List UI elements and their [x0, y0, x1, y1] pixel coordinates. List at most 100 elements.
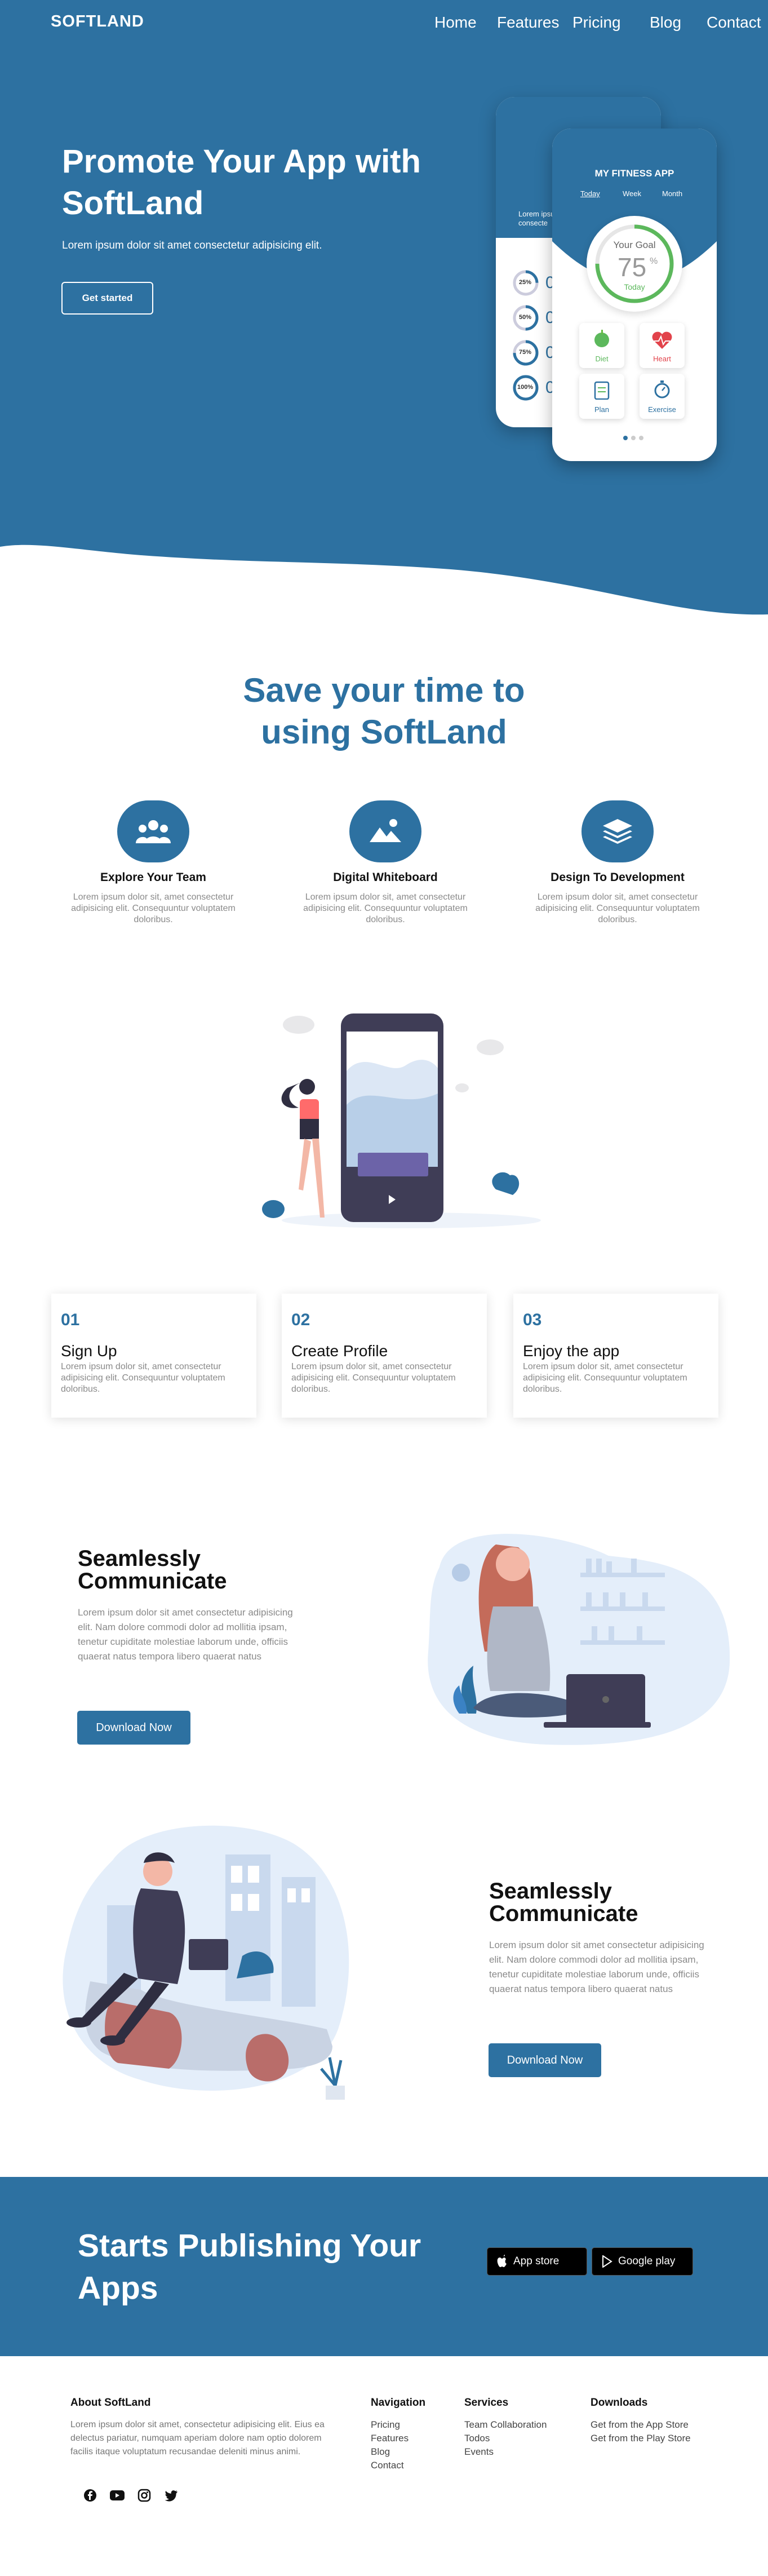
footer-about-text: Lorem ipsum dolor sit amet, consectetur … — [70, 2420, 325, 2457]
footer-services-list: Team Collaboration Todos Events — [464, 2418, 547, 2459]
features-section: Save your time to using SoftLand Explore… — [0, 665, 768, 958]
tile-exercise[interactable]: Exercise — [640, 374, 685, 419]
woman-laptop-illustration — [428, 1534, 730, 1745]
footer-downloads-list: Get from the App Store Get from the Play… — [591, 2418, 691, 2445]
step-title: Enjoy the app — [523, 1342, 620, 1360]
get-started-button[interactable]: Get started — [61, 282, 153, 315]
tab-today[interactable]: Today — [580, 189, 600, 198]
footer-link-team-collaboration[interactable]: Team Collaboration — [464, 2418, 547, 2432]
hero-subtitle: Lorem ipsum dolor sit amet consectetur a… — [62, 240, 322, 251]
hero-section: SOFTLAND Home Features Pricing Blog Cont… — [0, 0, 768, 620]
footer-link-pricing[interactable]: Pricing — [371, 2418, 409, 2432]
cta-title-line1: Starts Publishing Your — [78, 2228, 421, 2264]
feature-title: Design To Development — [551, 871, 685, 884]
features-title-line1: Save your time to — [243, 671, 525, 709]
communicate-title-line2: Communicate — [78, 1569, 227, 1594]
goal-day: Today — [624, 282, 645, 291]
step-desc: Lorem ipsum dolor sit, amet consectetur … — [291, 1362, 456, 1394]
communicate-desc: Lorem ipsum dolor sit amet consectetur a… — [489, 1940, 704, 1994]
footer-link-events[interactable]: Events — [464, 2445, 547, 2459]
youtube-icon[interactable] — [109, 2487, 126, 2504]
step-card: 02 Create Profile Lorem ipsum dolor sit,… — [282, 1294, 487, 1418]
ring-label: 25% — [519, 279, 532, 286]
step-number: 03 — [523, 1311, 542, 1329]
tile-label: Plan — [594, 405, 610, 414]
cta-title-line2: Apps — [78, 2270, 158, 2306]
ring-item: 100% 0 — [512, 374, 555, 408]
nav-link-features[interactable]: Features — [497, 14, 560, 32]
ring-item: 75% 0 — [512, 339, 555, 373]
ring-label: 100% — [517, 384, 534, 391]
apple-icon — [497, 2255, 507, 2267]
carousel-dot[interactable] — [623, 436, 628, 440]
app-store-label: App store — [513, 2255, 560, 2267]
tile-label: Exercise — [648, 405, 676, 414]
tile-heart[interactable]: Heart — [640, 323, 685, 368]
footer-link-play-store[interactable]: Get from the Play Store — [591, 2432, 691, 2445]
communicate-title-line2: Communicate — [489, 1901, 638, 1926]
carousel-dot[interactable] — [631, 436, 636, 440]
app-title: MY FITNESS APP — [594, 168, 674, 179]
ring-item: 25% 0 — [512, 269, 555, 303]
step-card: 03 Enjoy the app Lorem ipsum dolor sit, … — [513, 1294, 718, 1418]
tile-diet[interactable]: Diet — [579, 323, 624, 368]
tab-month[interactable]: Month — [662, 189, 682, 198]
stopwatch-icon — [654, 380, 670, 399]
ring-list: 25% 0 50% 0 75% 0 100% 0 — [512, 269, 555, 408]
image-icon — [370, 819, 401, 842]
carousel-dots[interactable] — [623, 436, 643, 440]
step-card: 01 Sign Up Lorem ipsum dolor sit, amet c… — [51, 1294, 256, 1418]
feature-icon-wrap — [349, 800, 421, 862]
feature-title: Explore Your Team — [100, 871, 206, 884]
tile-label: Heart — [653, 355, 671, 363]
google-play-button[interactable]: Google play — [592, 2247, 693, 2276]
footer-link-features[interactable]: Features — [371, 2432, 409, 2445]
twitter-icon[interactable] — [163, 2487, 180, 2504]
carousel-dot[interactable] — [639, 436, 643, 440]
clipboard-icon — [594, 381, 610, 400]
nav-link-home[interactable]: Home — [434, 14, 477, 32]
ring-item: 50% 0 — [512, 304, 555, 338]
cta-title: Starts Publishing Your Apps — [78, 2225, 461, 2309]
app-store-button[interactable]: App store — [487, 2247, 587, 2276]
feature-icon-wrap — [581, 800, 654, 862]
tile-label: Diet — [595, 355, 609, 363]
goal-gauge: Your Goal 75 % Today — [587, 216, 682, 312]
goal-label: Your Goal — [613, 240, 656, 250]
footer-nav-list: Pricing Features Blog Contact — [371, 2418, 409, 2472]
footer-nav-title: Navigation — [371, 2397, 426, 2409]
feature-title: Digital Whiteboard — [333, 871, 438, 884]
instagram-icon[interactable] — [136, 2487, 153, 2504]
fitness-phone-illustration — [262, 1013, 541, 1228]
footer-link-blog[interactable]: Blog — [371, 2445, 409, 2459]
feature-desc: Lorem ipsum dolor sit, amet consectetur … — [303, 892, 468, 924]
google-play-label: Google play — [618, 2255, 676, 2267]
download-now-button[interactable]: Download Now — [77, 1711, 190, 1745]
goal-unit: % — [650, 256, 658, 266]
footer: About SoftLand Lorem ipsum dolor sit ame… — [0, 2356, 768, 2576]
features-title-line2: using SoftLand — [261, 713, 507, 751]
nav-link-blog[interactable]: Blog — [650, 14, 681, 32]
communicate-desc: Lorem ipsum dolor sit amet consectetur a… — [78, 1607, 293, 1662]
footer-link-todos[interactable]: Todos — [464, 2432, 547, 2445]
man-desk-illustration — [63, 1825, 349, 2100]
social-links — [82, 2487, 180, 2504]
brand-logo[interactable]: SOFTLAND — [51, 12, 144, 31]
layers-icon — [603, 819, 632, 844]
tile-plan[interactable]: Plan — [579, 374, 624, 419]
download-now-button[interactable]: Download Now — [489, 2043, 601, 2077]
play-store-icon — [602, 2255, 612, 2268]
step-title: Create Profile — [291, 1342, 388, 1360]
cta-section: Starts Publishing Your Apps App store Go… — [0, 2177, 768, 2356]
footer-about-title: About SoftLand — [70, 2397, 151, 2409]
feature-desc: Lorem ipsum dolor sit, amet consectetur … — [535, 892, 700, 924]
tab-week[interactable]: Week — [623, 189, 641, 198]
nav-link-contact[interactable]: Contact — [707, 14, 761, 32]
footer-link-contact[interactable]: Contact — [371, 2459, 409, 2472]
nav-link-pricing[interactable]: Pricing — [572, 14, 621, 32]
phone-mockup-front: MY FITNESS APP Today Week Month Your Goa… — [552, 129, 717, 461]
step-number: 01 — [61, 1311, 80, 1329]
footer-link-app-store[interactable]: Get from the App Store — [591, 2418, 691, 2432]
communicate-title-line1: Seamlessly — [489, 1879, 612, 1904]
facebook-icon[interactable] — [82, 2487, 99, 2504]
